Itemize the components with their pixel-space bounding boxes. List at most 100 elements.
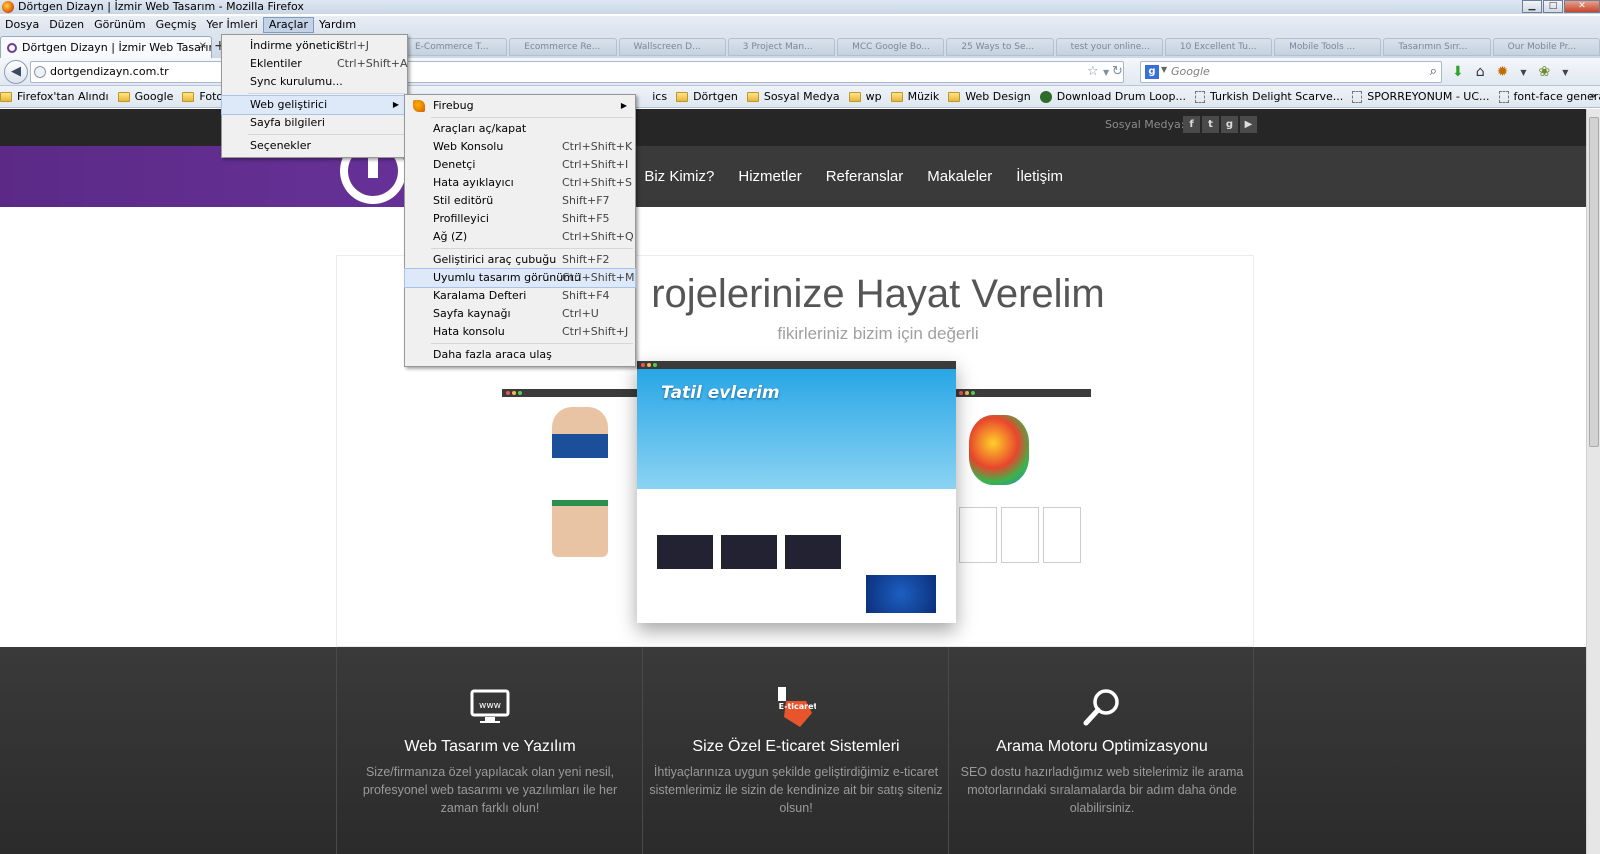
tab-background[interactable]: Our Mobile Pr... [1492, 38, 1600, 56]
menu-item-ag[interactable]: Ağ (Z) Ctrl+Shift+Q [405, 228, 635, 246]
magnifier-icon[interactable]: ⌕ [1430, 64, 1437, 79]
feature-seo: Arama Motoru Optimizasyonu SEO dostu haz… [948, 647, 1254, 854]
portfolio-screenshot-left[interactable] [502, 389, 642, 619]
www-icon-label: www [479, 701, 501, 711]
facebook-icon[interactable]: f [1183, 116, 1200, 133]
nav-item-iletisim[interactable]: İletişim [1016, 168, 1063, 185]
nav-item-makaleler[interactable]: Makaleler [927, 168, 992, 185]
bookmark-folder[interactable]: Web Design [948, 90, 1031, 103]
menu-item-stil-editoru[interactable]: Stil editörü Shift+F7 [405, 192, 635, 210]
menu-item-eklentiler[interactable]: Eklentiler Ctrl+Shift+A [222, 55, 408, 73]
tatil-evlerim-body [637, 489, 956, 623]
youtube-icon[interactable]: ▶ [1240, 116, 1257, 133]
feature-text: Size/firmanıza özel yapılacak olan yeni … [362, 765, 618, 815]
menu-item-gelistirici-arac-cubugu[interactable]: Geliştirici araç çubuğu Shift+F2 [405, 251, 635, 269]
reload-icon[interactable]: ↻ [1112, 64, 1123, 79]
bookmark-folder[interactable]: Dörtgen [676, 90, 738, 103]
scrollbar-thumb[interactable] [1589, 117, 1599, 447]
portfolio-screenshot-center[interactable]: Tatil evlerim [637, 361, 956, 623]
bookmarks-overflow-chevron-icon[interactable]: » [1589, 89, 1596, 102]
tab-close-icon[interactable]: ✕ [199, 41, 207, 52]
google-icon[interactable]: g [1145, 65, 1159, 79]
download-icon[interactable]: ⬇ [1452, 64, 1464, 80]
tab-background[interactable]: Mobile Tools ... [1274, 38, 1382, 56]
eticaret-tag-icon: E-ticaret [778, 687, 816, 727]
bookmark-folder[interactable]: Sosyal Medya [746, 90, 840, 103]
nav-item-hizmetler[interactable]: Hizmetler [738, 168, 801, 185]
bookmark-label: Download Drum Loop... [1056, 90, 1186, 103]
minimize-button[interactable]: ▁ [1522, 0, 1542, 13]
menu-yer-imleri[interactable]: Yer İmleri [201, 17, 262, 33]
page-icon [1194, 90, 1205, 103]
bookmark-folder[interactable]: wp [848, 90, 882, 103]
menu-yardim[interactable]: Yardım [314, 17, 361, 33]
bookmark-item[interactable]: font-face generator | C... [1498, 90, 1600, 103]
firebug-icon[interactable]: ✹ [1497, 64, 1509, 80]
bookmark-item[interactable]: SPORREYONUM - UC... [1352, 90, 1490, 103]
url-bar[interactable]: dortgendizayn.com.tr ☆ ▼ ↻ [30, 61, 1124, 83]
tab-active[interactable]: Dörtgen Dizayn | İzmir Web Tasarım ✕ [0, 36, 212, 58]
menu-separator [431, 248, 633, 249]
menu-item-karalama-defteri[interactable]: Karalama Defteri Shift+F4 [405, 287, 635, 305]
bookmark-folder[interactable]: Müzik [890, 90, 939, 103]
bookmark-item[interactable]: Download Drum Loop... [1039, 90, 1186, 103]
tab-background[interactable]: Tasarımın Sırr... [1383, 38, 1491, 56]
tab-background[interactable]: 3 Project Man... [727, 38, 836, 56]
bookmark-folder[interactable]: Firefox'tan Alındı [0, 90, 109, 103]
menu-item-web-konsolu[interactable]: Web Konsolu Ctrl+Shift+K [405, 138, 635, 156]
menu-item-hata-ayiklayici[interactable]: Hata ayıklayıcı Ctrl+Shift+S [405, 174, 635, 192]
menu-item-web-gelistirici[interactable]: Web geliştirici ▶ [221, 95, 408, 115]
search-box[interactable]: g ▼ Google ⌕ [1140, 61, 1442, 83]
tab-background[interactable]: 25 Ways to Se... [946, 38, 1054, 56]
nav-item-biz-kimiz[interactable]: Biz Kimiz? [644, 168, 714, 185]
menu-item-hata-konsolu[interactable]: Hata konsolu Ctrl+Shift+J [405, 323, 635, 341]
tab-background[interactable]: MCC Google Bo... [837, 38, 945, 56]
menu-item-indirme-yoneticisi[interactable]: İndirme yöneticisi Ctrl+J [222, 37, 407, 55]
star-icon[interactable]: ☆ [1087, 64, 1099, 79]
window-controls: ▁ □ ✕ [1521, 0, 1600, 14]
search-engine-dropdown-icon[interactable]: ▼ [1161, 65, 1167, 74]
tab-background[interactable]: 10 Excellent Tu... [1164, 38, 1273, 56]
menu-item-secenekler[interactable]: Seçenekler [222, 137, 407, 155]
back-arrow-icon[interactable]: ◀ [4, 60, 28, 84]
menu-item-sayfa-bilgileri[interactable]: Sayfa bilgileri [222, 114, 407, 132]
menu-item-denetci[interactable]: Denetçi Ctrl+Shift+I [405, 156, 635, 174]
url-text[interactable]: dortgendizayn.com.tr [50, 62, 169, 82]
menu-gecmis[interactable]: Geçmiş [151, 17, 202, 33]
menu-item-profilleyici[interactable]: Profilleyici Shift+F5 [405, 210, 635, 228]
menu-araclar[interactable]: Araçlar [262, 17, 314, 33]
addon-icon[interactable]: ❀ [1539, 64, 1551, 80]
bookmark-folder[interactable]: Google [117, 90, 173, 103]
menu-item-daha-fazla-araca-ulas[interactable]: Daha fazla araca ulaş [405, 346, 635, 364]
maximize-button[interactable]: □ [1543, 0, 1563, 13]
home-icon[interactable]: ⌂ [1476, 64, 1485, 80]
tab-background[interactable]: Wallscreen D... [618, 38, 726, 56]
colorful-head-image [969, 415, 1029, 485]
menu-item-uyumlu-tasarim-gorunumu[interactable]: Uyumlu tasarım görünümü Ctrl+Shift+M [404, 268, 636, 288]
portfolio-screenshot-right[interactable] [955, 389, 1091, 619]
bookmark-label: SPORREYONUM - UC... [1367, 90, 1490, 103]
twitter-icon[interactable]: t [1202, 116, 1219, 133]
search-placeholder[interactable]: Google [1171, 62, 1210, 82]
url-history-dropdown-icon[interactable]: ▼ [1103, 68, 1109, 77]
tab-background[interactable]: test your online... [1055, 38, 1163, 56]
bookmark-label: Dörtgen [693, 90, 738, 103]
tab-background[interactable]: E-Commerce T... [400, 38, 508, 56]
menu-separator [431, 117, 633, 118]
addon-dropdown-icon[interactable]: ▼ [1562, 68, 1568, 77]
close-window-button[interactable]: ✕ [1564, 0, 1600, 13]
menu-duzen[interactable]: Düzen [44, 17, 89, 33]
menu-item-sayfa-kaynagi[interactable]: Sayfa kaynağı Ctrl+U [405, 305, 635, 323]
tab-background[interactable]: Ecommerce Re... [509, 38, 617, 56]
bookmark-partial[interactable]: ics [652, 90, 667, 103]
firebug-dropdown-icon[interactable]: ▼ [1520, 68, 1526, 77]
menu-item-firebug[interactable]: Firebug ▶ [405, 97, 635, 115]
menu-dosya[interactable]: Dosya [0, 17, 44, 33]
menu-gorunum[interactable]: Görünüm [89, 17, 150, 33]
bookmark-item[interactable]: Turkish Delight Scarve... [1194, 90, 1343, 103]
menu-item-sync-kurulumu[interactable]: Sync kurulumu... [222, 73, 407, 91]
nav-item-referanslar[interactable]: Referanslar [826, 168, 904, 185]
google-plus-icon[interactable]: g [1221, 116, 1238, 133]
menu-item-araclari-ac-kapat[interactable]: Araçları aç/kapat [405, 120, 635, 138]
page-scrollbar[interactable] [1586, 109, 1600, 854]
